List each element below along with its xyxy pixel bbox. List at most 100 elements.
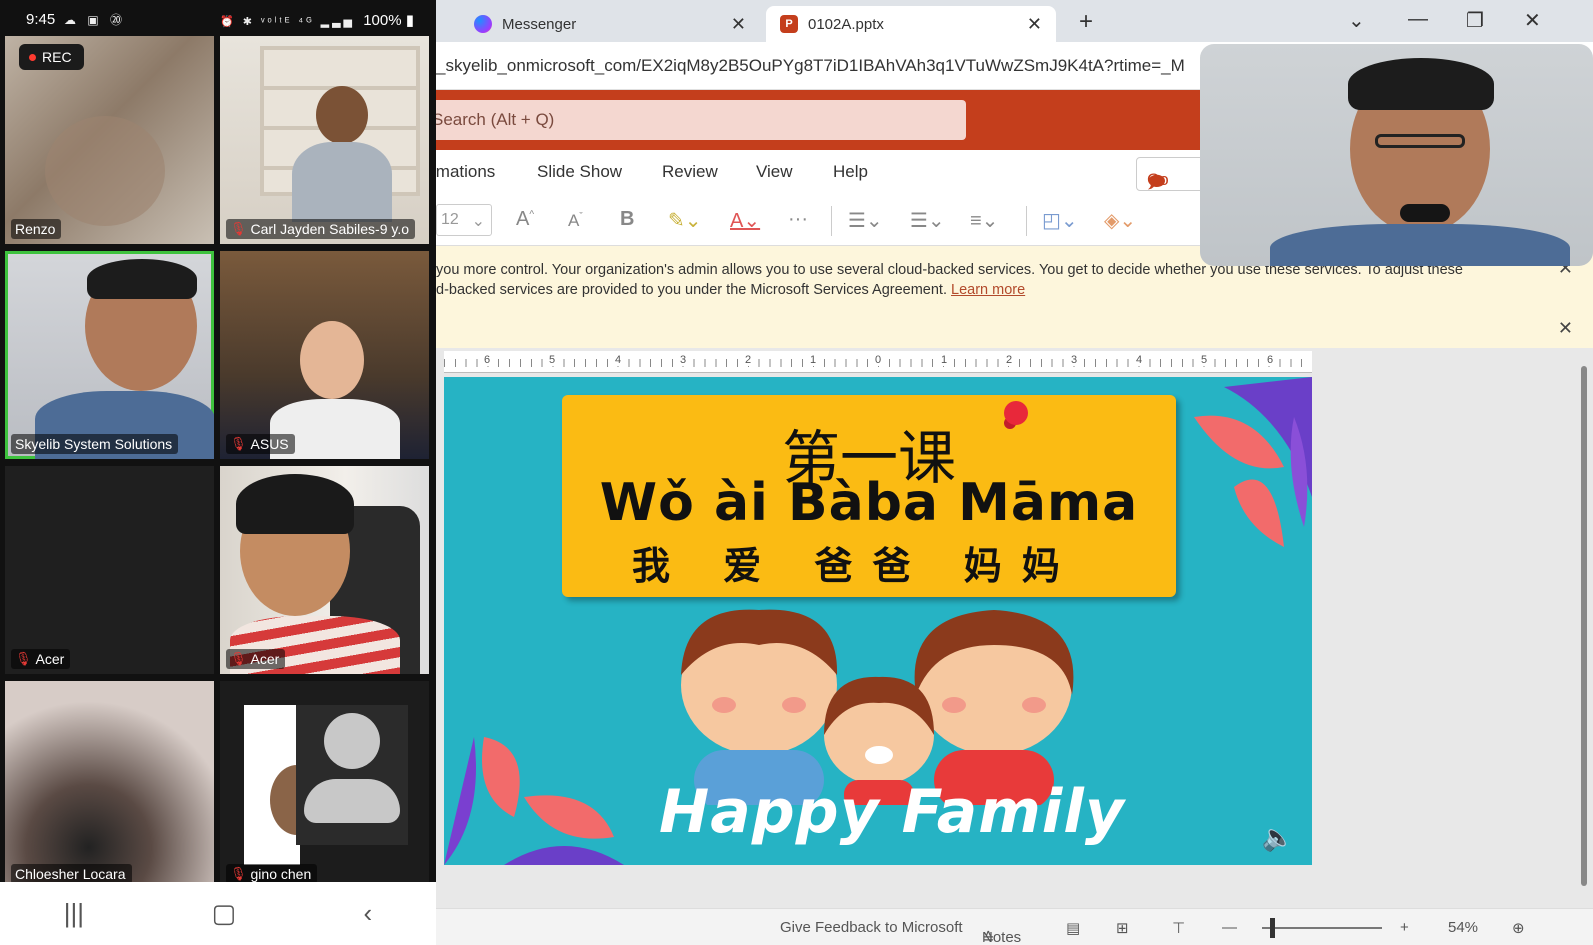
pinyin-title: Wǒ ài Bàba Māma: [599, 473, 1139, 533]
mic-muted-icon: 🎙: [230, 651, 247, 666]
tab-powerpoint[interactable]: P 0102A.pptx ✕: [766, 6, 1056, 42]
ruler-number: 0: [874, 354, 883, 366]
meeting-panel: 9:45 ☁ ▣ ⑳ ⏰ ✱ ᵛᵒˡᵗᴱ ⁴ᴳ ▂▃▅ 100% ▮ REC R…: [0, 0, 436, 945]
participant-name-label: 🎙 Acer: [226, 649, 286, 669]
speaker-icon[interactable]: 🔈: [1262, 822, 1294, 853]
participant-video: [316, 86, 368, 144]
presenter-video-overlay[interactable]: [1200, 44, 1593, 266]
vertical-scrollbar[interactable]: [1581, 366, 1587, 886]
powerpoint-status-bar: Give Feedback to Microsoft ≙ Notes ▤ ⊞ ⊤…: [436, 908, 1593, 945]
mic-muted-icon: 🎙: [230, 221, 247, 236]
zoom-slider[interactable]: [1262, 927, 1382, 929]
browser-tab-strip: Messenger ✕ P 0102A.pptx ✕ + ⌄ — ❐ ✕: [436, 0, 1593, 42]
align-icon[interactable]: ≡⌄: [970, 208, 998, 233]
font-size-value: 12: [441, 211, 459, 228]
slide-footer-text: Happy Family: [659, 777, 1125, 847]
search-input[interactable]: Search (Alt + Q): [436, 100, 966, 140]
home-button[interactable]: ▢: [211, 898, 236, 929]
participant-name: Chloesher Locara: [15, 866, 126, 882]
participant-name-label: Chloesher Locara: [11, 864, 132, 884]
font-size-select[interactable]: 12 ⌄: [436, 204, 492, 236]
family-illustration: [681, 609, 1074, 805]
tab-list-chevron-icon[interactable]: ⌄: [1348, 8, 1365, 33]
ruler-number: 5: [1200, 354, 1209, 366]
ruler-number: 4: [1135, 354, 1144, 366]
presenter-glasses: [1375, 134, 1465, 148]
new-tab-button[interactable]: +: [1079, 8, 1093, 36]
participant-name-label: 🎙 ASUS: [226, 434, 295, 454]
participant-name: Carl Jayden Sabiles-9 y.o: [250, 221, 409, 237]
back-button[interactable]: ‹: [364, 898, 373, 929]
close-tab-icon[interactable]: ✕: [1027, 14, 1042, 35]
grow-font-icon[interactable]: A^: [516, 208, 534, 231]
shrink-font-icon[interactable]: Aˇ: [568, 211, 583, 231]
shape-fill-icon[interactable]: ◈⌄: [1104, 208, 1136, 233]
status-right: ⏰ ✱ ᵛᵒˡᵗᴱ ⁴ᴳ ▂▃▅ 100% ▮: [220, 11, 414, 29]
tab-slide-show[interactable]: Slide Show: [537, 162, 622, 182]
participant-tile[interactable]: 🎙 Acer: [220, 466, 429, 674]
restore-icon[interactable]: ❐: [1466, 8, 1484, 33]
mic-muted-icon: 🎙: [230, 436, 247, 451]
tab-messenger[interactable]: Messenger ✕: [460, 6, 760, 42]
battery-percent: 100%: [363, 12, 402, 29]
give-feedback-link[interactable]: Give Feedback to Microsoft: [780, 919, 963, 936]
tab-view[interactable]: View: [756, 162, 793, 182]
slide-sorter-icon[interactable]: ⊞: [1116, 919, 1129, 937]
participant-hair: [236, 474, 354, 534]
close-tab-icon[interactable]: ✕: [731, 14, 746, 35]
participant-name: Acer: [250, 651, 280, 667]
zoom-in-icon[interactable]: +: [1400, 919, 1409, 936]
fit-to-window-icon[interactable]: ⊕: [1512, 919, 1525, 937]
avatar-panel: [296, 705, 408, 845]
zoom-slider-thumb[interactable]: [1270, 918, 1275, 938]
ruler-number: 2: [1005, 354, 1014, 366]
close-window-icon[interactable]: ✕: [1524, 8, 1541, 33]
numbering-icon[interactable]: ☰⌄: [910, 208, 945, 233]
toolbar-divider: [1026, 206, 1027, 236]
participant-tile[interactable]: Chloesher Locara: [5, 681, 214, 889]
tab-title: 0102A.pptx: [808, 15, 884, 33]
participant-tile[interactable]: 🎙 ASUS: [220, 251, 429, 459]
recent-apps-button[interactable]: |||: [64, 898, 84, 929]
normal-view-icon[interactable]: ▤: [1066, 919, 1080, 937]
participant-tile[interactable]: 🎙 Acer: [5, 466, 214, 674]
minimize-icon[interactable]: —: [1408, 8, 1428, 31]
rec-label: REC: [42, 49, 72, 65]
more-options-icon[interactable]: ···: [788, 208, 808, 231]
bullets-icon[interactable]: ☰⌄: [848, 208, 883, 233]
bold-icon[interactable]: B: [620, 208, 634, 231]
microphone: [1400, 204, 1450, 222]
tab-animations[interactable]: imations: [436, 162, 495, 182]
zoom-out-icon[interactable]: —: [1222, 919, 1237, 936]
font-color-icon[interactable]: A⌄: [730, 208, 760, 233]
reading-view-icon[interactable]: ⊤: [1172, 919, 1185, 937]
toolbar-divider: [831, 206, 832, 236]
status-time: 9:45: [26, 11, 56, 28]
zoom-level[interactable]: 54%: [1448, 919, 1478, 936]
participant-tile[interactable]: REC Renzo: [5, 36, 214, 244]
banner-text-line2: d-backed services are provided to you un…: [436, 282, 1025, 298]
close-banner-icon[interactable]: ✕: [1558, 318, 1573, 339]
flower-decoration: [444, 737, 624, 865]
participant-name-label: 🎙 Acer: [11, 649, 71, 669]
comments-label: Co: [1147, 170, 1169, 189]
participant-video: [300, 321, 364, 399]
shapes-icon[interactable]: ◰⌄: [1042, 208, 1078, 233]
learn-more-link[interactable]: Learn more: [951, 282, 1025, 298]
tab-help[interactable]: Help: [833, 162, 868, 182]
record-dot-icon: [29, 53, 36, 61]
chevron-down-icon: ⌄: [471, 213, 485, 230]
notification-icons: ☁ ▣ ⑳: [64, 13, 127, 27]
participant-tile[interactable]: 🎙 gino chen: [220, 681, 429, 889]
system-icons: ⏰ ✱ ᵛᵒˡᵗᴱ ⁴ᴳ ▂▃▅: [219, 16, 356, 28]
url-text[interactable]: _skyelib_onmicrosoft_com/EX2iqM8y2B5OuPY…: [436, 56, 1185, 76]
participant-name-label: Skyelib System Solutions: [11, 434, 179, 454]
participant-video: [45, 116, 165, 226]
participant-tile-active-speaker[interactable]: Skyelib System Solutions: [5, 251, 214, 459]
participant-name: Acer: [35, 651, 65, 667]
tab-review[interactable]: Review: [662, 162, 718, 182]
participant-tile[interactable]: 🎙 Carl Jayden Sabiles-9 y.o: [220, 36, 429, 244]
highlighter-icon[interactable]: ✎⌄: [668, 208, 702, 233]
slide-canvas[interactable]: 第一课 Wǒ ài Bàba Māma 我 爱 爸爸 妈妈 Happy Fami…: [444, 377, 1312, 865]
participant-body: [292, 142, 392, 222]
